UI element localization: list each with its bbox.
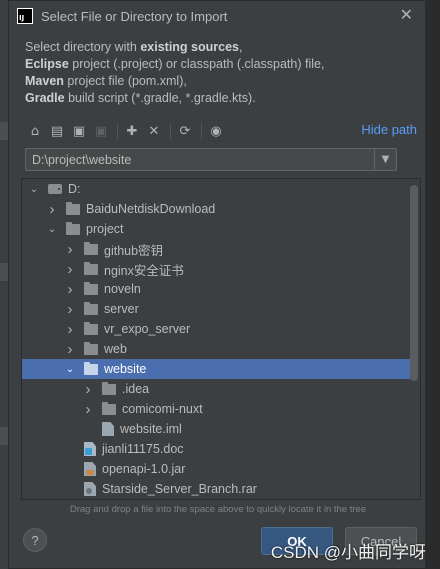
toolbar-separator — [170, 123, 171, 139]
delete-icon[interactable]: ✕ — [144, 121, 164, 141]
folder-icon — [84, 341, 98, 355]
tree-row-label: BaiduNetdiskDownload — [86, 202, 216, 216]
tree-row-file[interactable]: openapi-1.0.jar — [22, 459, 410, 479]
tree-row-folder[interactable]: › noveln — [22, 279, 410, 299]
chevron-right-icon[interactable]: › — [82, 401, 94, 418]
csdn-watermark: CSDN @小曲同学呀 — [270, 543, 426, 562]
chevron-right-icon[interactable]: › — [64, 241, 76, 258]
tree-row-label: D: — [68, 182, 81, 196]
tree-row-folder[interactable]: ⌄ D: — [22, 179, 410, 199]
tree-row-label: web — [104, 342, 127, 356]
tree-row-label: openapi-1.0.jar — [102, 462, 186, 476]
tree-row-folder[interactable]: › vr_expo_server — [22, 319, 410, 339]
chevron-right-icon[interactable]: › — [64, 321, 76, 338]
ide-background-right — [426, 0, 440, 569]
tree-row-label: noveln — [104, 282, 141, 296]
tree-row-folder[interactable]: › .idea — [22, 379, 410, 399]
tree-row-folder[interactable]: › github密钥 — [22, 239, 410, 259]
ide-gutter-mark — [0, 122, 8, 140]
file-chooser-toolbar: ⌂ ▤ ▣ ▣ ✚ ✕ ⟳ ◉ Hide path — [25, 120, 421, 142]
tree-row-label: github密钥 — [104, 243, 164, 258]
folder-icon — [102, 381, 116, 395]
tree-row-label: .idea — [122, 382, 150, 396]
folder-icon — [66, 201, 80, 215]
path-input[interactable]: D:\project\website — [26, 153, 374, 167]
tree-row-label: project — [86, 222, 124, 236]
tree-row-folder[interactable]: › nginx安全证书 — [22, 259, 410, 279]
chevron-down-icon[interactable]: ⌄ — [28, 184, 40, 195]
folder-icon — [84, 301, 98, 315]
folder-icon — [66, 221, 80, 235]
description-line: Gradle build script (*.gradle, *.gradle.… — [25, 91, 256, 105]
ide-gutter-mark — [0, 263, 8, 281]
tree-row-folder[interactable]: › web — [22, 339, 410, 359]
folder-icon — [84, 361, 98, 375]
drag-drop-hint: Drag and drop a file into the space abov… — [69, 504, 367, 515]
iml-file-icon — [102, 422, 114, 436]
description-line: Select directory with existing sources, — [25, 40, 243, 54]
chevron-down-icon[interactable]: ⌄ — [64, 364, 76, 375]
home-icon[interactable]: ⌂ — [25, 121, 45, 141]
desktop-icon[interactable]: ▤ — [47, 121, 67, 141]
dialog-description: Select directory with existing sources, … — [9, 31, 425, 107]
tree-row-file[interactable]: Starside_Server_Branch.rar — [22, 479, 410, 499]
folder-icon — [84, 321, 98, 335]
chevron-right-icon[interactable]: › — [64, 281, 76, 298]
refresh-icon[interactable]: ⟳ — [175, 121, 195, 141]
close-icon[interactable]: ✕ — [400, 5, 413, 24]
tree-row-folder[interactable]: ⌄ website — [22, 359, 410, 379]
tree-row-label: comicomi-nuxt — [122, 402, 203, 416]
chevron-down-icon[interactable]: ▼ — [374, 149, 396, 170]
toolbar-separator — [117, 123, 118, 139]
toolbar-separator — [201, 123, 202, 139]
ide-gutter-mark — [0, 427, 8, 445]
chevron-right-icon[interactable]: › — [64, 341, 76, 358]
path-combobox[interactable]: D:\project\website ▼ — [25, 148, 397, 171]
hide-path-link[interactable]: Hide path — [361, 122, 417, 137]
help-button[interactable]: ? — [23, 528, 47, 552]
tree-row-folder[interactable]: › comicomi-nuxt — [22, 399, 410, 419]
chevron-right-icon[interactable]: › — [64, 261, 76, 278]
drive-icon — [48, 184, 62, 194]
tree-scrollbar[interactable] — [410, 185, 418, 381]
tree-row-file[interactable]: jianli11175.doc — [22, 439, 410, 459]
tree-row-label: Starside_Server_Branch.rar — [102, 482, 257, 496]
jar-file-icon — [84, 462, 96, 476]
tree-row-folder[interactable]: › server — [22, 299, 410, 319]
chevron-right-icon[interactable]: › — [46, 201, 58, 218]
folder-icon — [84, 241, 98, 255]
ide-background-left — [0, 0, 8, 569]
dialog-title: Select File or Directory to Import — [41, 8, 228, 24]
show-hidden-icon[interactable]: ◉ — [206, 121, 226, 141]
tree-row-label: website — [104, 362, 147, 376]
chevron-right-icon[interactable]: › — [82, 381, 94, 398]
tree-row-label: jianli11175.doc — [102, 442, 184, 456]
chevron-down-icon[interactable]: ⌄ — [46, 224, 58, 235]
folder-icon — [102, 401, 116, 415]
rar-file-icon — [84, 482, 96, 496]
tree-row-label: website.iml — [120, 422, 182, 436]
new-folder-icon[interactable]: ✚ — [122, 121, 142, 141]
tree-row-label: nginx安全证书 — [104, 263, 184, 278]
tree-row-label: vr_expo_server — [104, 322, 191, 336]
file-tree[interactable]: ⌄ D: › BaiduNetdiskDownload ⌄ project › github密… — [21, 178, 421, 500]
tree-row-folder[interactable]: › BaiduNetdiskDownload — [22, 199, 410, 219]
intellij-logo-icon: IJ — [17, 8, 33, 24]
dialog-titlebar: IJ Select File or Directory to Import ✕ — [9, 1, 425, 31]
module-folder-icon[interactable]: ▣ — [91, 121, 111, 141]
chevron-right-icon[interactable]: › — [64, 301, 76, 318]
tree-row-folder[interactable]: ⌄ project — [22, 219, 410, 239]
doc-file-icon — [84, 442, 96, 456]
tree-row-file[interactable]: website.iml — [22, 419, 410, 439]
description-line: Maven project file (pom.xml), — [25, 74, 187, 88]
folder-icon — [84, 261, 98, 275]
project-folder-icon[interactable]: ▣ — [69, 121, 89, 141]
folder-icon — [84, 281, 98, 295]
description-line: Eclipse project (.project) or classpath … — [25, 57, 325, 71]
import-dialog: IJ Select File or Directory to Import ✕ … — [8, 0, 426, 569]
tree-row-label: server — [104, 302, 139, 316]
